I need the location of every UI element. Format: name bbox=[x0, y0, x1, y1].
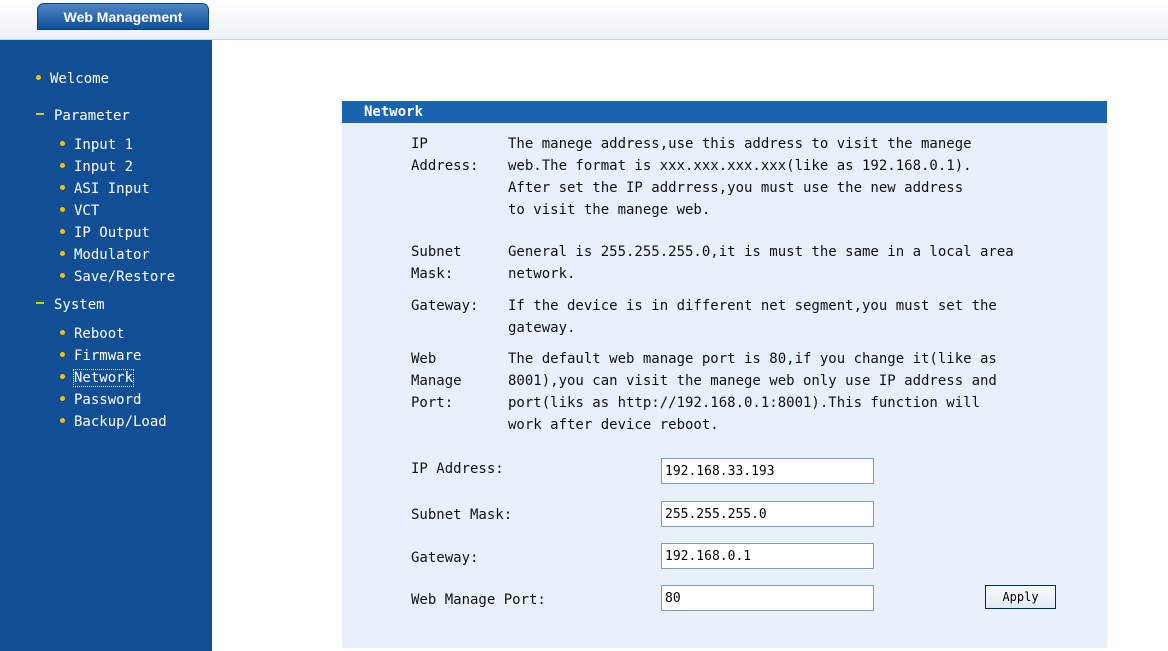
nav-item-reboot[interactable]: Reboot bbox=[60, 325, 125, 343]
nav-item-input-2[interactable]: Input 2 bbox=[60, 158, 133, 176]
help-label-line: Gateway: bbox=[411, 298, 479, 314]
apply-button[interactable]: Apply bbox=[985, 585, 1056, 609]
help-text-ip: The manege address,use this address to v… bbox=[508, 133, 1103, 221]
nav-item-input-1[interactable]: Input 1 bbox=[60, 136, 133, 154]
nav-label: Reboot bbox=[74, 326, 125, 342]
help-label-line: IP bbox=[411, 136, 428, 152]
help-text-line: work after device reboot. bbox=[508, 417, 719, 433]
bullet-icon bbox=[36, 74, 41, 80]
nav-item-vct[interactable]: VCT bbox=[60, 202, 99, 220]
nav-label: Modulator bbox=[74, 247, 150, 263]
nav-item-modulator[interactable]: Modulator bbox=[60, 246, 150, 264]
gateway-label: Gateway: bbox=[411, 550, 479, 566]
collapse-icon bbox=[36, 113, 44, 115]
bullet-icon bbox=[60, 250, 65, 256]
bullet-icon bbox=[60, 417, 65, 423]
nav-item-asi-input[interactable]: ASI Input bbox=[60, 180, 150, 198]
nav-item-ip-output[interactable]: IP Output bbox=[60, 224, 150, 242]
ip-address-input[interactable] bbox=[661, 458, 874, 484]
nav-label: Network bbox=[72, 369, 135, 387]
help-text-subnet: General is 255.255.255.0,it is must the … bbox=[508, 241, 1103, 285]
nav-item-network[interactable]: Network bbox=[60, 369, 135, 387]
help-text-gateway: If the device is in different net segmen… bbox=[508, 295, 1103, 339]
collapse-icon bbox=[36, 302, 44, 304]
nav-label: Firmware bbox=[74, 348, 142, 364]
subnet-mask-label: Subnet Mask: bbox=[411, 507, 513, 523]
help-text-line: The default web manage port is 80,if you… bbox=[508, 351, 997, 367]
help-text-line: After set the IP addrress,you must use t… bbox=[508, 180, 964, 196]
help-text-line: to visit the manege web. bbox=[508, 202, 711, 218]
bullet-icon bbox=[60, 329, 65, 335]
nav-label: Backup/Load bbox=[74, 414, 167, 430]
help-label-line: Web bbox=[411, 351, 437, 367]
nav-label: Welcome bbox=[50, 71, 110, 87]
help-label-line: Manage bbox=[411, 373, 462, 389]
nav-label: Input 2 bbox=[74, 159, 134, 175]
nav-group-label: Parameter bbox=[54, 108, 130, 124]
nav-label: VCT bbox=[74, 203, 100, 219]
top-bar: Web Management bbox=[0, 0, 1168, 40]
nav-group-label: System bbox=[54, 297, 105, 313]
bullet-icon bbox=[60, 184, 65, 190]
bullet-icon bbox=[60, 272, 65, 278]
help-label-ip: IP Address: bbox=[411, 133, 496, 177]
bullet-icon bbox=[60, 206, 65, 212]
nav-label: Password bbox=[74, 392, 142, 408]
help-text-line: network. bbox=[508, 266, 576, 282]
help-label-gateway: Gateway: bbox=[411, 295, 496, 317]
nav-welcome[interactable]: Welcome bbox=[36, 70, 109, 88]
help-label-line: Address: bbox=[411, 158, 479, 174]
help-label-line: Port: bbox=[411, 395, 454, 411]
gateway-input[interactable] bbox=[661, 543, 874, 569]
nav-item-firmware[interactable]: Firmware bbox=[60, 347, 141, 365]
help-text-line: General is 255.255.255.0,it is must the … bbox=[508, 244, 1014, 260]
help-label-subnet: Subnet Mask: bbox=[411, 241, 496, 285]
help-label-line: Subnet bbox=[411, 244, 462, 260]
bullet-icon bbox=[60, 351, 65, 357]
help-text-line: gateway. bbox=[508, 320, 576, 336]
help-text-line: port(liks as http://192.168.0.1:8001).Th… bbox=[508, 395, 981, 411]
bullet-icon bbox=[60, 162, 65, 168]
help-text-line: web.The format is xxx.xxx.xxx.xxx(like a… bbox=[508, 158, 972, 174]
bullet-icon bbox=[60, 373, 65, 379]
bullet-icon bbox=[60, 140, 65, 146]
nav-label: ASI Input bbox=[74, 181, 150, 197]
nav-group-system[interactable]: System bbox=[36, 296, 105, 314]
nav-label: Input 1 bbox=[74, 137, 134, 153]
web-manage-port-label: Web Manage Port: bbox=[411, 592, 546, 608]
brand-tab: Web Management bbox=[37, 3, 209, 30]
help-label-line: Mask: bbox=[411, 266, 454, 282]
help-text-line: The manege address,use this address to v… bbox=[508, 136, 972, 152]
nav-item-password[interactable]: Password bbox=[60, 391, 141, 409]
nav-group-parameter[interactable]: Parameter bbox=[36, 107, 130, 125]
nav-label: Save/Restore bbox=[74, 269, 176, 285]
ip-address-label: IP Address: bbox=[411, 461, 504, 477]
sidebar: Welcome Parameter Input 1 Input 2 ASI In… bbox=[0, 40, 212, 651]
bullet-icon bbox=[60, 228, 65, 234]
help-label-port: Web Manage Port: bbox=[411, 348, 496, 414]
bullet-icon bbox=[60, 395, 65, 401]
panel-title: Network bbox=[342, 101, 1107, 123]
subnet-mask-input[interactable] bbox=[661, 501, 874, 527]
nav-item-save-restore[interactable]: Save/Restore bbox=[60, 268, 175, 286]
help-text-line: 8001),you can visit the manege web only … bbox=[508, 373, 997, 389]
nav-item-backup-load[interactable]: Backup/Load bbox=[60, 413, 167, 431]
help-text-line: If the device is in different net segmen… bbox=[508, 298, 997, 314]
web-manage-port-input[interactable] bbox=[661, 585, 874, 611]
help-text-port: The default web manage port is 80,if you… bbox=[508, 348, 1103, 436]
nav-label: IP Output bbox=[74, 225, 150, 241]
